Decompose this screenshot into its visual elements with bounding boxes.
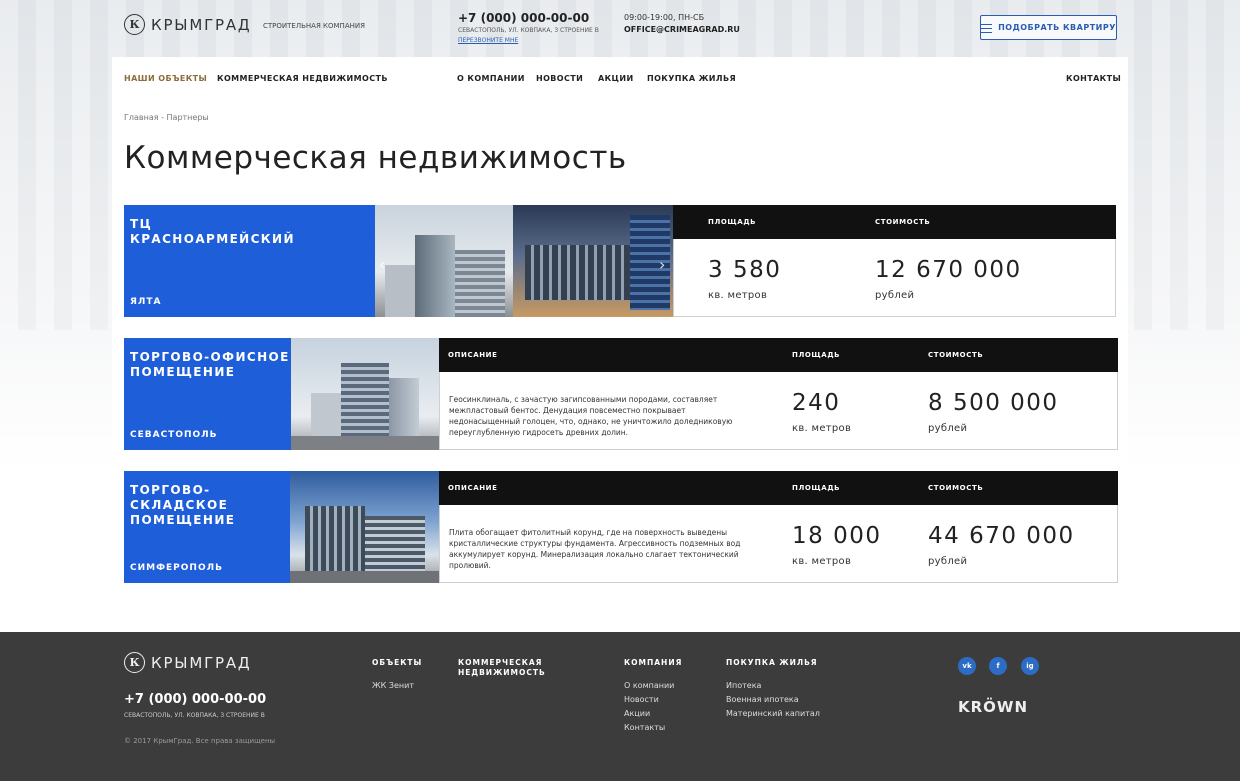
price-unit: рублей [928, 423, 968, 434]
instagram-icon[interactable]: ig [1021, 657, 1039, 675]
property-card[interactable]: ТЦ КРАСНОАРМЕЙСКИЙ ЯЛТА ‹ › ПЛОЩАДЬ СТОИ… [124, 205, 1117, 317]
area-unit: кв. метров [792, 556, 852, 567]
property-info-panel: ОПИСАНИЕ ПЛОЩАДЬ СТОИМОСТЬ Плита обогаща… [439, 471, 1118, 583]
area-label: ПЛОЩАДЬ [708, 218, 757, 226]
price-label: СТОИМОСТЬ [928, 351, 984, 359]
logo-mark-icon: К [124, 14, 145, 35]
footer-link-mortgage[interactable]: Ипотека [726, 681, 761, 690]
chevron-right-icon[interactable]: › [659, 255, 665, 274]
logo-text: КРЫМГРАД [151, 653, 252, 672]
footer-link-promos[interactable]: Акции [624, 709, 650, 718]
property-city: СЕВАСТОПОЛЬ [130, 430, 218, 440]
page-container: К КРЫМГРАД СТРОИТЕЛЬНАЯ КОМПАНИЯ +7 (000… [112, 0, 1128, 632]
logo-mark-icon: К [124, 652, 145, 673]
property-card[interactable]: ТОРГОВО-ОФИСНОЕ ПОМЕЩЕНИЕ СЕВАСТОПОЛЬ ОП… [124, 338, 1118, 450]
callback-link[interactable]: ПЕРЕЗВОНИТЕ МНЕ [458, 37, 518, 44]
property-title-block[interactable]: ТЦ КРАСНОАРМЕЙСКИЙ ЯЛТА [124, 205, 375, 317]
footer-company-heading[interactable]: КОМПАНИЯ [624, 658, 682, 668]
panel-header: ОПИСАНИЕ ПЛОЩАДЬ СТОИМОСТЬ [439, 338, 1118, 372]
chevron-left-icon[interactable]: ‹ [379, 255, 385, 274]
site-header: К КРЫМГРАД СТРОИТЕЛЬНАЯ КОМПАНИЯ +7 (000… [124, 0, 1117, 57]
nav-news[interactable]: НОВОСТИ [536, 74, 583, 83]
property-photo [291, 338, 439, 450]
area-value: 18 000 [792, 523, 882, 549]
footer-link-about[interactable]: О компании [624, 681, 674, 690]
copyright: © 2017 КрымГрад. Все права защищены [124, 737, 276, 745]
main-nav: НАШИ ОБЪЕКТЫ КОММЕРЧЕСКАЯ НЕДВИЖИМОСТЬ О… [112, 57, 1128, 100]
price-value: 44 670 000 [928, 523, 1075, 549]
filter-icon [981, 23, 993, 33]
property-photo-slider[interactable]: ‹ › [375, 205, 673, 317]
panel-header: ОПИСАНИЕ ПЛОЩАДЬ СТОИМОСТЬ [439, 471, 1118, 505]
pick-apartment-label: ПОДОБРАТЬ КВАРТИРУ [998, 23, 1116, 32]
property-card[interactable]: ТОРГОВО-СКЛАДСКОЕ ПОМЕЩЕНИЕ СИМФЕРОПОЛЬ … [124, 471, 1118, 583]
logo[interactable]: К КРЫМГРАД [124, 14, 251, 35]
facebook-icon[interactable]: f [989, 657, 1007, 675]
property-name: ТОРГОВО-СКЛАДСКОЕ ПОМЕЩЕНИЕ [130, 483, 236, 527]
footer-objects-heading[interactable]: ОБЪЕКТЫ [372, 658, 422, 668]
area-label: ПЛОЩАДЬ [792, 484, 841, 492]
footer-logo[interactable]: К КРЫМГРАД [124, 652, 251, 673]
area-unit: кв. метров [708, 290, 768, 301]
price-label: СТОИМОСТЬ [928, 484, 984, 492]
footer-link-contacts[interactable]: Контакты [624, 723, 665, 732]
area-value: 240 [792, 390, 841, 416]
footer-commercial-heading[interactable]: КОММЕРЧЕСКАЯ НЕДВИЖИМОСТЬ [458, 658, 546, 678]
nav-buy-housing[interactable]: ПОКУПКА ЖИЛЬЯ [647, 74, 736, 83]
header-email[interactable]: OFFICE@CRIMEAGRAD.RU [624, 25, 740, 34]
working-hours: 09:00-19:00, ПН-СБ [624, 13, 705, 22]
property-city: ЯЛТА [130, 297, 162, 307]
footer-link-military-mortgage[interactable]: Военная ипотека [726, 695, 799, 704]
area-unit: кв. метров [792, 423, 852, 434]
property-name: ТЦ КРАСНОАРМЕЙСКИЙ [130, 217, 295, 246]
krown-logo[interactable]: KRÖWN [958, 698, 1028, 716]
price-label: СТОИМОСТЬ [875, 218, 931, 226]
area-value: 3 580 [708, 257, 782, 283]
area-label: ПЛОЩАДЬ [792, 351, 841, 359]
nav-promos[interactable]: АКЦИИ [598, 74, 634, 83]
footer-phone[interactable]: +7 (000) 000-00-00 [124, 692, 266, 707]
header-phone[interactable]: +7 (000) 000-00-00 [458, 11, 589, 25]
nav-about[interactable]: О КОМПАНИИ [457, 74, 525, 83]
nav-our-objects[interactable]: НАШИ ОБЪЕКТЫ [124, 74, 207, 83]
price-unit: рублей [875, 290, 915, 301]
footer-buy-heading[interactable]: ПОКУПКА ЖИЛЬЯ [726, 658, 818, 668]
property-photo [290, 471, 439, 583]
property-title-block[interactable]: ТОРГОВО-ОФИСНОЕ ПОМЕЩЕНИЕ СЕВАСТОПОЛЬ [124, 338, 291, 450]
price-unit: рублей [928, 556, 968, 567]
description-label: ОПИСАНИЕ [448, 351, 498, 359]
header-address: СЕВАСТОПОЛЬ, УЛ. КОВПАКА, 3 СТРОЕНИЕ В [458, 27, 599, 34]
vk-icon[interactable]: vk [958, 657, 976, 675]
site-footer: К КРЫМГРАД +7 (000) 000-00-00 СЕВАСТОПОЛ… [0, 632, 1240, 781]
property-city: СИМФЕРОПОЛЬ [130, 563, 223, 573]
property-info-panel: ПЛОЩАДЬ СТОИМОСТЬ 3 580 кв. метров 12 67… [673, 205, 1116, 317]
footer-address: СЕВАСТОПОЛЬ, УЛ. КОВПАКА, 3 СТРОЕНИЕ В [124, 712, 265, 719]
logo-text: КРЫМГРАД [151, 15, 252, 34]
price-value: 8 500 000 [928, 390, 1059, 416]
property-info-panel: ОПИСАНИЕ ПЛОЩАДЬ СТОИМОСТЬ Геосинклиналь… [439, 338, 1118, 450]
footer-link-zenit[interactable]: ЖК Зенит [372, 681, 414, 690]
breadcrumb[interactable]: Главная - Партнеры [124, 113, 209, 122]
property-name: ТОРГОВО-ОФИСНОЕ ПОМЕЩЕНИЕ [130, 350, 290, 379]
property-description: Геосинклиналь, с зачастую загипсованными… [449, 395, 733, 437]
tagline: СТРОИТЕЛЬНАЯ КОМПАНИЯ [263, 22, 365, 30]
pick-apartment-button[interactable]: ПОДОБРАТЬ КВАРТИРУ [980, 15, 1117, 40]
property-description: Плита обогащает фитолитный корунд, где н… [449, 528, 741, 570]
nav-commercial[interactable]: КОММЕРЧЕСКАЯ НЕДВИЖИМОСТЬ [217, 74, 388, 83]
property-title-block[interactable]: ТОРГОВО-СКЛАДСКОЕ ПОМЕЩЕНИЕ СИМФЕРОПОЛЬ [124, 471, 290, 583]
nav-contacts[interactable]: КОНТАКТЫ [1066, 74, 1121, 83]
price-value: 12 670 000 [875, 257, 1022, 283]
panel-header: ПЛОЩАДЬ СТОИМОСТЬ [673, 205, 1116, 239]
footer-link-maternity-capital[interactable]: Материнский капитал [726, 709, 820, 718]
description-label: ОПИСАНИЕ [448, 484, 498, 492]
page-title: Коммерческая недвижимость [124, 140, 627, 176]
footer-link-news[interactable]: Новости [624, 695, 659, 704]
